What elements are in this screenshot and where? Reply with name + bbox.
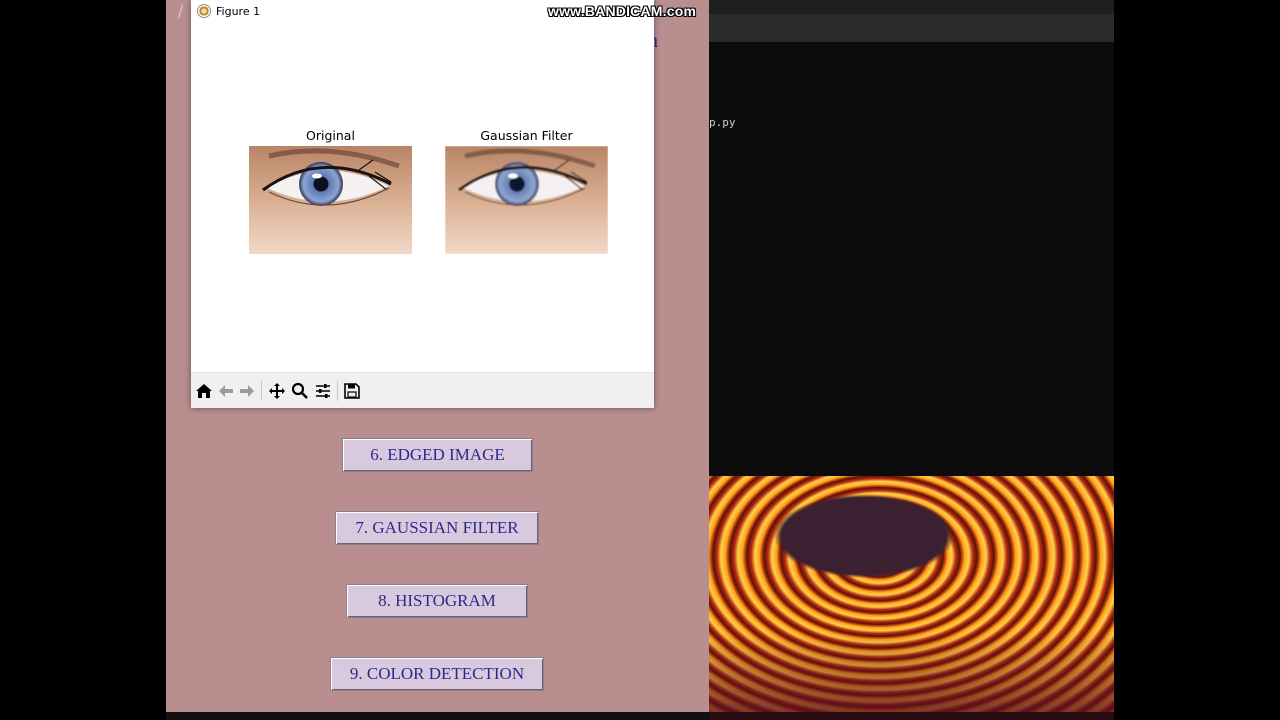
matplotlib-logo-icon: [197, 4, 211, 18]
taskbar-edge-right: [709, 712, 1114, 720]
terminal-output-text: p.py: [709, 116, 736, 129]
terminal-window: p.py: [709, 0, 1114, 476]
taskbar-edge: [166, 712, 709, 720]
subplot-title-gaussian: Gaussian Filter: [480, 128, 573, 143]
back-arrow-icon[interactable]: [216, 381, 236, 401]
forward-arrow-icon[interactable]: [237, 381, 257, 401]
color-detection-button[interactable]: 9. COLOR DETECTION: [330, 657, 544, 691]
bandicam-watermark: www.BANDICAM.com: [548, 3, 697, 19]
desktop-wallpaper: [709, 476, 1114, 720]
configure-subplots-icon[interactable]: [313, 381, 333, 401]
matplotlib-figure-window: Figure 1 Original Gaussian Filter: [191, 0, 654, 408]
figure-window-title: Figure 1: [216, 5, 261, 18]
toolbar-separator: [337, 381, 338, 401]
histogram-button[interactable]: 8. HISTOGRAM: [346, 584, 528, 618]
zoom-icon[interactable]: [290, 381, 310, 401]
toolbar-separator: [261, 381, 262, 401]
original-eye-image: [249, 146, 412, 254]
terminal-tabbar: [709, 14, 1114, 42]
edged-image-button[interactable]: 6. EDGED IMAGE: [342, 438, 533, 472]
pan-icon[interactable]: [267, 381, 287, 401]
feather-icon: [178, 4, 183, 19]
home-icon[interactable]: [194, 381, 214, 401]
terminal-titlebar: [709, 0, 1114, 14]
figure-toolbar: [191, 372, 654, 408]
save-icon[interactable]: [342, 381, 362, 401]
subplot-title-original: Original: [306, 128, 355, 143]
figure-canvas[interactable]: Original Gaussian Filter: [191, 24, 654, 372]
gaussian-filter-button[interactable]: 7. GAUSSIAN FILTER: [335, 511, 539, 545]
gaussian-filtered-eye-image: [445, 146, 608, 254]
